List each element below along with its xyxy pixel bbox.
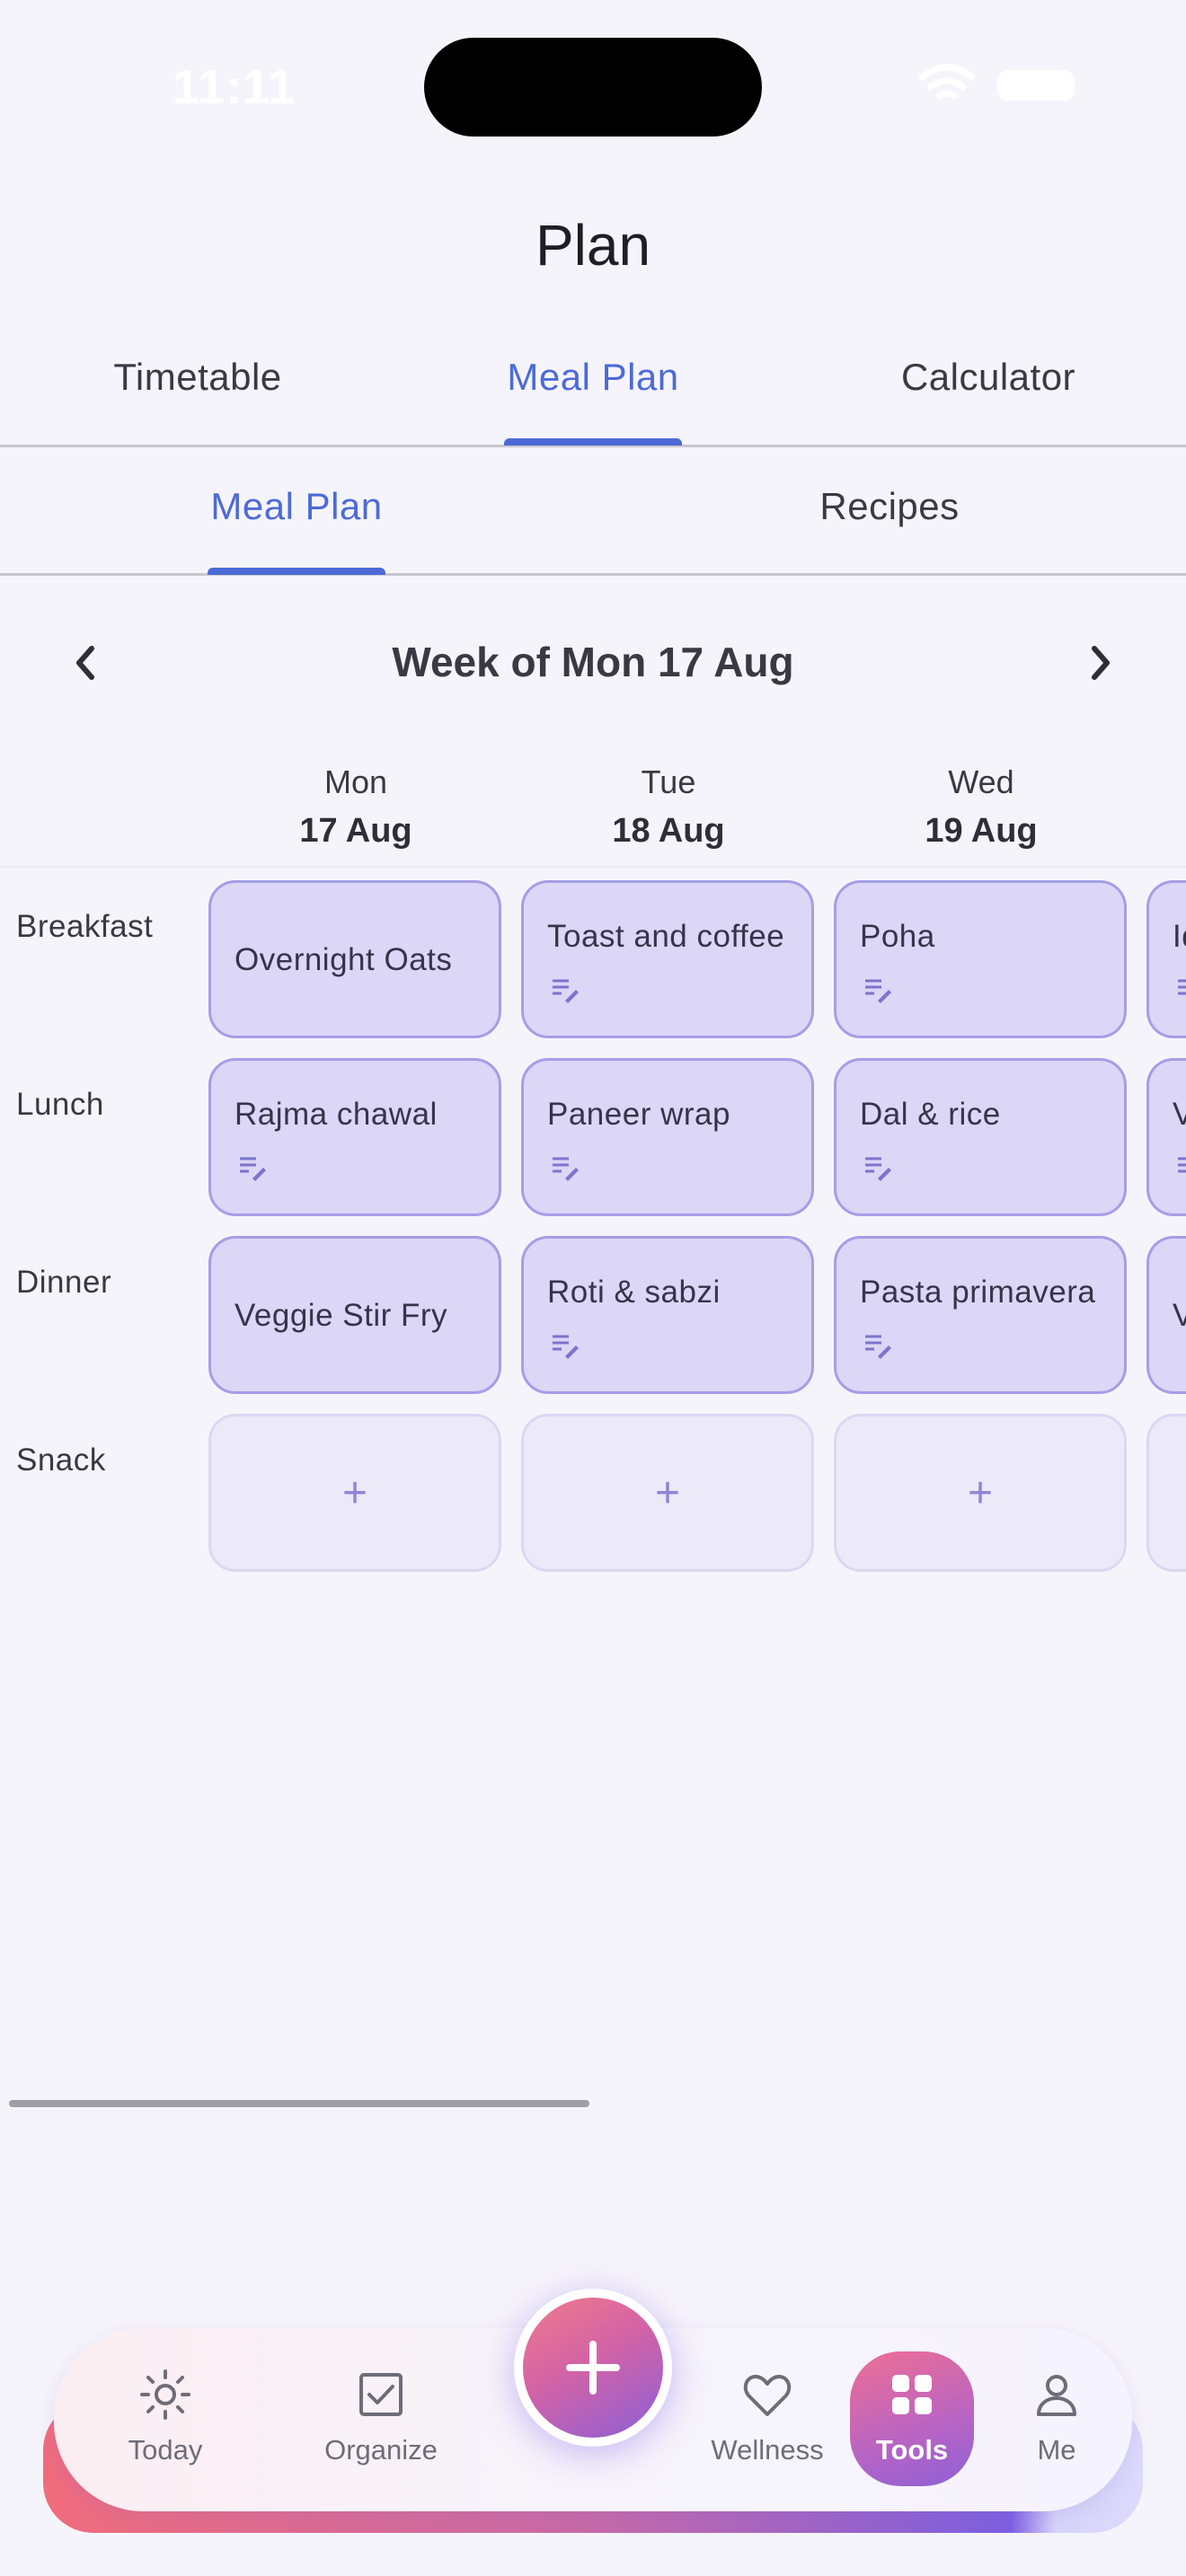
meal-cell-dinner-tue[interactable]: Roti & sabzi (521, 1236, 814, 1394)
meal-cell-breakfast-tue[interactable]: Toast and coffee (521, 880, 814, 1038)
meal-cell-dinner-wed[interactable]: Pasta primavera (834, 1236, 1127, 1394)
day-date: 18 Aug (612, 812, 725, 850)
meal-cell-breakfast-wed[interactable]: Poha (834, 880, 1127, 1038)
heart-icon (743, 2375, 792, 2416)
add-snack-wed-button[interactable]: + (834, 1414, 1127, 1572)
meal-label-dinner: Dinner (16, 1265, 112, 1300)
meal-cell-lunch-thu[interactable]: V (1146, 1058, 1186, 1216)
nav-label: Wellness (711, 2434, 824, 2466)
edit-note-icon (865, 1157, 891, 1181)
plus-icon: + (654, 1469, 681, 1517)
edit-note-icon (1178, 1157, 1186, 1173)
day-header-wed: Wed 19 Aug (834, 763, 1128, 851)
edit-note-icon (865, 1335, 891, 1359)
edit-note-icon (240, 1157, 266, 1181)
day-name: Tue (641, 763, 696, 800)
grid-icon (892, 2375, 932, 2414)
day-date: 17 Aug (299, 812, 412, 850)
meal-text: Dal & rice (860, 1097, 1001, 1132)
meal-text: Overnight Oats (235, 942, 453, 977)
person-icon (1037, 2375, 1076, 2416)
day-name: Mon (323, 763, 388, 800)
nav-me[interactable]: Me (976, 2368, 1137, 2466)
day-header-mon: Mon 17 Aug (208, 763, 503, 851)
meal-cell-breakfast-mon[interactable]: Overnight Oats (208, 880, 501, 1038)
add-fab-button[interactable] (523, 2298, 663, 2438)
page-title: Plan (535, 213, 651, 278)
nav-label: Tools (875, 2434, 949, 2466)
add-snack-mon-button[interactable]: + (208, 1414, 501, 1572)
add-snack-thu-button[interactable] (1146, 1414, 1186, 1572)
nav-today[interactable]: Today (84, 2368, 246, 2466)
chevron-right-icon[interactable] (1069, 632, 1130, 693)
meal-cell-lunch-tue[interactable]: Paneer wrap (521, 1058, 814, 1216)
meal-text: V (1173, 1097, 1186, 1132)
meal-text: Veggie Stir Fry (235, 1298, 448, 1333)
horizontal-scrollbar[interactable] (9, 2100, 589, 2107)
add-snack-tue-button[interactable]: + (521, 1414, 814, 1572)
tab-meal-plan[interactable]: Meal Plan (395, 356, 791, 399)
week-title: Week of Mon 17 Aug (392, 639, 794, 685)
status-time: 11:11 (173, 60, 296, 114)
meal-cell-lunch-mon[interactable]: Rajma chawal (208, 1058, 501, 1216)
dynamic-island (424, 38, 762, 137)
plus-icon: + (967, 1469, 994, 1517)
day-date: 19 Aug (925, 812, 1038, 850)
meal-text: Pasta primavera (860, 1275, 1096, 1310)
meal-text: Poha (860, 919, 935, 954)
meal-text: V (1173, 1298, 1186, 1333)
meal-label-lunch: Lunch (16, 1087, 104, 1122)
meal-cell-lunch-wed[interactable]: Dal & rice (834, 1058, 1127, 1216)
edit-note-icon (553, 1157, 579, 1181)
checkbox-icon (359, 2373, 403, 2416)
edit-note-icon (1178, 979, 1186, 995)
nav-tools[interactable]: Tools (831, 2368, 993, 2466)
nav-organize[interactable]: Organize (300, 2368, 462, 2466)
edit-note-icon (865, 979, 891, 1003)
meal-text: Paneer wrap (547, 1097, 730, 1132)
day-header-tue: Tue 18 Aug (521, 763, 816, 851)
top-tab-indicator (504, 438, 682, 446)
battery-icon (997, 70, 1075, 101)
meal-cell-dinner-thu[interactable]: V (1146, 1236, 1186, 1394)
meal-text: Toast and coffee (547, 919, 785, 954)
meal-cell-breakfast-thu[interactable]: Id (1146, 880, 1186, 1038)
sub-tabs-divider (0, 573, 1186, 576)
grid-divider (0, 866, 1186, 868)
nav-label: Organize (324, 2434, 438, 2466)
meal-text: Roti & sabzi (547, 1275, 721, 1310)
tab-calculator[interactable]: Calculator (791, 356, 1186, 399)
meal-label-snack: Snack (16, 1442, 106, 1478)
nav-wellness[interactable]: Wellness (686, 2368, 848, 2466)
sun-icon (140, 2369, 190, 2420)
meal-text: Id (1173, 919, 1186, 954)
nav-label: Me (1037, 2434, 1076, 2466)
day-name: Wed (948, 763, 1014, 800)
meal-label-breakfast: Breakfast (16, 909, 154, 944)
meal-cell-dinner-mon[interactable]: Veggie Stir Fry (208, 1236, 501, 1394)
plus-icon (566, 2341, 620, 2395)
nav-label: Today (128, 2434, 203, 2466)
plus-icon: + (341, 1469, 368, 1517)
sub-tab-indicator (208, 568, 385, 575)
edit-note-icon (553, 1335, 579, 1359)
subtab-meal-plan[interactable]: Meal Plan (0, 485, 593, 528)
tab-timetable[interactable]: Timetable (0, 356, 395, 399)
wifi-icon (918, 64, 976, 100)
subtab-recipes[interactable]: Recipes (593, 485, 1186, 528)
meal-text: Rajma chawal (235, 1097, 438, 1132)
edit-note-icon (553, 979, 579, 1003)
